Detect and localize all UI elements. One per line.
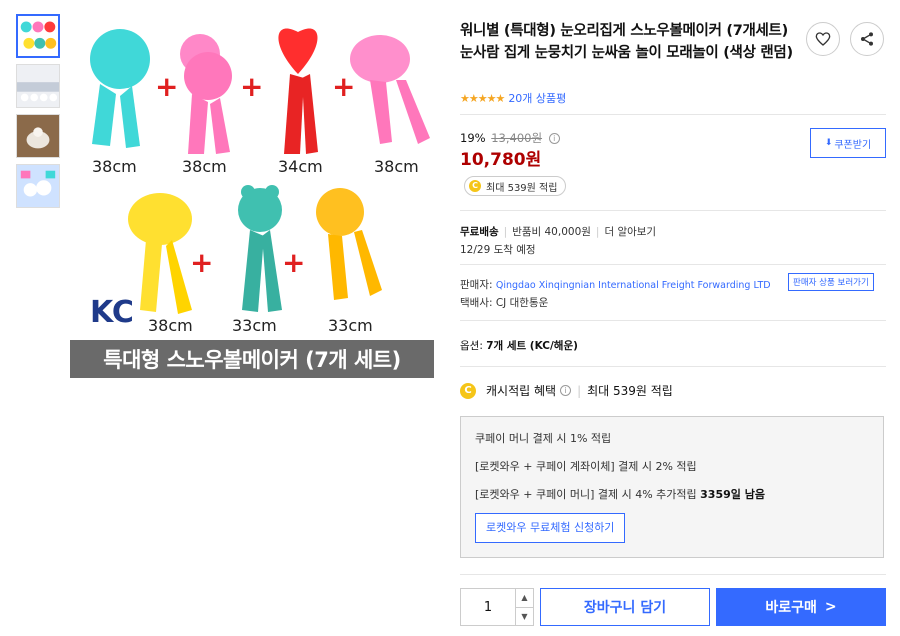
chevron-right-icon: > (824, 599, 837, 615)
thumbnail-2-image (17, 65, 59, 107)
seller-row: 판매자: Qingdao Xinqingnian International F… (460, 277, 771, 292)
size-label: 33cm (328, 316, 373, 335)
cash-benefit-max: 최대 539원 적립 (587, 384, 673, 398)
info-icon[interactable]: i (548, 133, 560, 144)
option-row: 옵션: 7개 세트 (KC/해운) (460, 338, 578, 353)
add-to-cart-button[interactable]: 장바구니 담기 (540, 588, 710, 626)
shipping-info: 무료배송 | 반품비 40,000원 | 더 알아보기 (460, 226, 657, 238)
option-value: 7개 세트 (KC/해운) (486, 340, 578, 352)
buy-now-label: 바로구매 (765, 600, 817, 616)
svg-text:+: + (155, 70, 178, 103)
kc-mark: KC (90, 295, 134, 330)
benefit-line: [로켓와우 + 쿠페이 계좌이체] 결제 시 2% 적립 (475, 460, 697, 473)
download-icon: ⬇ (824, 138, 833, 148)
star-rating-icon: ★★★★★ (460, 91, 505, 105)
thumbnail-1-image (18, 16, 58, 56)
benefit-line: 쿠페이 머니 결제 시 1% 적립 (475, 432, 612, 445)
free-shipping: 무료배송 (460, 226, 499, 238)
divider (460, 264, 886, 265)
option-label: 옵션: (460, 340, 483, 352)
thumbnail-4[interactable] (16, 164, 60, 208)
divider (460, 366, 886, 367)
divider (460, 320, 886, 321)
separator: | (577, 383, 582, 398)
review-count-link[interactable]: 20개 상품평 (508, 90, 566, 106)
coupon-button[interactable]: ⬇ 쿠폰받기 (810, 128, 886, 158)
quantity-input[interactable]: 1 (461, 589, 515, 625)
divider (460, 210, 886, 211)
info-icon[interactable]: i (560, 385, 572, 396)
size-label: 38cm (182, 157, 227, 176)
svg-text:+: + (332, 70, 355, 103)
arrival-date: 12/29 도착 예정 (460, 244, 536, 256)
svg-text:+: + (282, 246, 305, 279)
discount-row: 19% 13,400원 i (460, 130, 560, 146)
thumbnail-1[interactable] (16, 14, 60, 58)
courier: 택배사: CJ 대한통운 (460, 297, 549, 309)
share-button[interactable] (850, 22, 884, 56)
thumbnail-2[interactable] (16, 64, 60, 108)
size-label: 34cm (278, 157, 323, 176)
decrement-icon[interactable]: ▼ (516, 608, 533, 626)
thumbnail-4-image (17, 165, 59, 207)
share-icon (861, 32, 873, 46)
benefit-box: 쿠페이 머니 결제 시 1% 적립 [로켓와우 + 쿠페이 계좌이체] 결제 시… (460, 416, 884, 558)
benefit-line: [로켓와우 + 쿠페이 머니] 결제 시 4% 추가적립 3359일 남음 (475, 487, 869, 515)
coupon-label: 쿠폰받기 (834, 139, 872, 151)
rating[interactable]: ★★★★★ 20개 상품평 (460, 90, 566, 106)
sale-price: 10,780원 (460, 150, 542, 170)
svg-text:+: + (240, 70, 263, 103)
svg-text:+: + (190, 246, 213, 279)
size-label: 38cm (148, 316, 193, 335)
rocket-wow-trial-button[interactable]: 로켓와우 무료체험 신청하기 (475, 513, 626, 543)
divider (460, 114, 886, 115)
cash-badge-label: 최대 539원 적립 (486, 182, 558, 194)
benefit-line-text: [로켓와우 + 쿠페이 머니] 결제 시 4% 추가적립 (475, 488, 697, 501)
increment-icon[interactable]: ▲ (516, 589, 533, 608)
size-label: 33cm (232, 316, 277, 335)
image-banner: 특대형 스노우볼메이커 (7개 세트) (70, 340, 434, 378)
return-fee: 반품비 40,000원 (512, 226, 591, 238)
cash-badge: C 최대 539원 적립 (464, 176, 567, 196)
thumbnail-3[interactable] (16, 114, 60, 158)
size-label: 38cm (92, 157, 137, 176)
days-left: 3359일 남음 (700, 488, 765, 501)
quantity-stepper[interactable]: 1 ▲ ▼ (460, 588, 534, 626)
seller-products-button[interactable]: 판매자 상품 보러가기 (788, 273, 874, 291)
product-title: 워니별 (특대형) 눈오리집게 스노우볼메이커 (7개세트) 눈사람 집게 눈뭉… (460, 23, 793, 61)
cash-benefit-row: C 캐시적립 혜택 i | 최대 539원 적립 (460, 382, 673, 399)
more-link[interactable]: 더 알아보기 (604, 226, 656, 238)
wishlist-button[interactable] (806, 22, 840, 56)
seller-label: 판매자: (460, 279, 493, 291)
discount-rate: 19% (460, 131, 486, 145)
seller-name-link[interactable]: Qingdao Xinqingnian International Freigh… (496, 280, 771, 291)
coin-icon: C (469, 180, 481, 192)
original-price: 13,400원 (491, 131, 543, 145)
thumbnail-3-image (17, 115, 59, 157)
buy-now-button[interactable]: 바로구매 > (716, 588, 886, 626)
quantity-steps: ▲ ▼ (515, 589, 533, 625)
thumbnail-list (16, 14, 62, 214)
coin-icon: C (460, 382, 476, 399)
heart-icon (815, 32, 831, 46)
divider (460, 574, 886, 575)
cash-benefit-label: 캐시적립 혜택 (486, 384, 557, 398)
size-label: 38cm (374, 157, 419, 176)
